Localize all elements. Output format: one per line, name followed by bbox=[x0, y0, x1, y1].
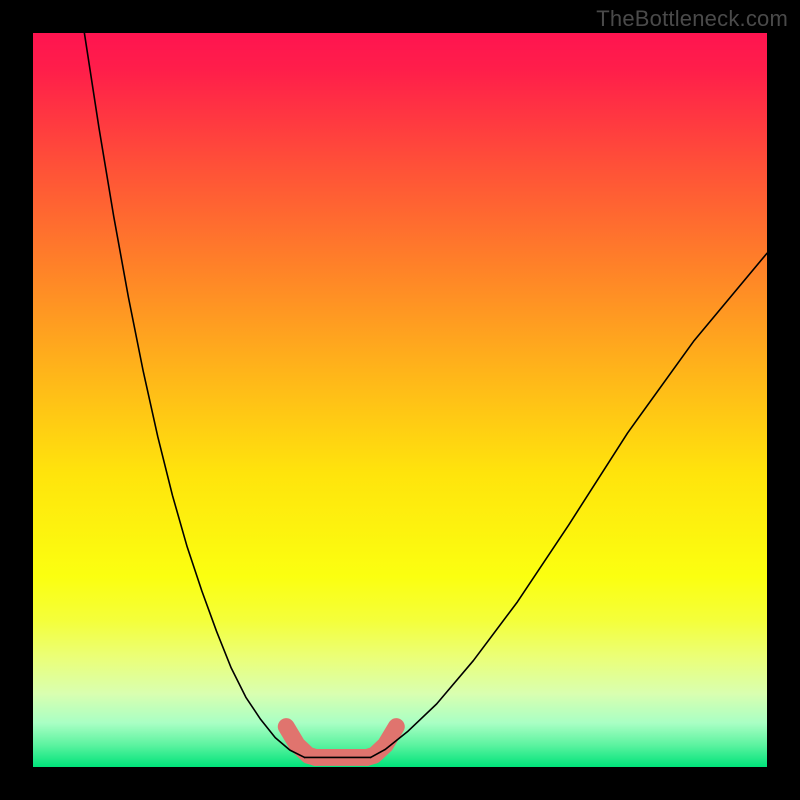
plot-area bbox=[33, 33, 767, 767]
plot-svg bbox=[33, 33, 767, 767]
watermark-label: TheBottleneck.com bbox=[596, 6, 788, 32]
gradient-background bbox=[33, 33, 767, 767]
chart-frame: TheBottleneck.com bbox=[0, 0, 800, 800]
